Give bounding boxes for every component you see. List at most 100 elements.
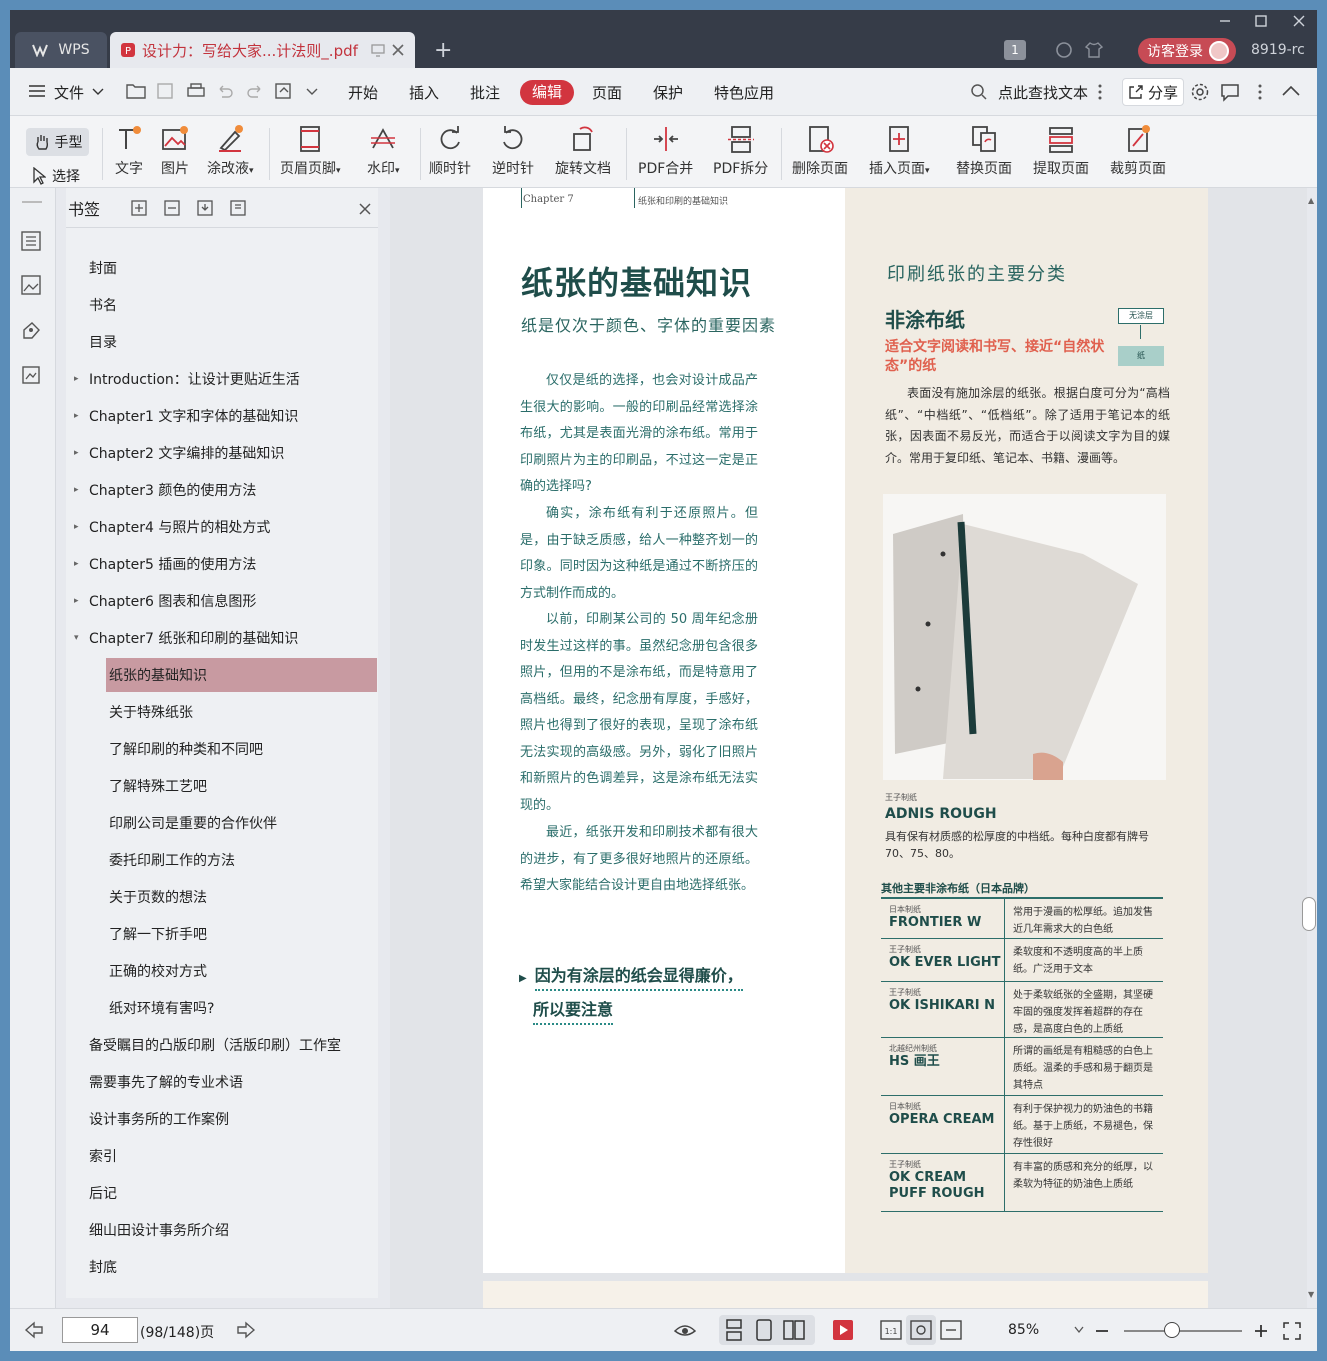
actual-size-icon[interactable]: 1:1 <box>878 1317 904 1343</box>
sync-icon[interactable] <box>1054 40 1074 60</box>
delete-page-button[interactable]: 删除页面 <box>792 124 848 178</box>
screen-icon[interactable] <box>371 43 385 57</box>
bookmark-item[interactable]: ▸ Chapter1 文字和字体的基础知识 <box>66 399 378 433</box>
zoom-in-icon[interactable] <box>1253 1323 1269 1339</box>
bookmark-item[interactable]: ▸ Introduction：让设计更贴近生活 <box>66 362 378 396</box>
single-page-view-icon[interactable] <box>751 1317 777 1343</box>
thumbnail-image-icon[interactable] <box>20 274 42 296</box>
bookmark-list-icon[interactable] <box>20 230 42 252</box>
expand-arrow-icon[interactable]: ▸ <box>74 522 79 532</box>
zoom-dropdown-icon[interactable] <box>1074 1326 1084 1334</box>
zoom-slider-handle[interactable] <box>1164 1322 1180 1338</box>
bookmark-item[interactable]: ▸ Chapter5 插画的使用方法 <box>66 547 378 581</box>
dual-page-view-icon[interactable] <box>781 1317 807 1343</box>
open-folder-icon[interactable] <box>126 82 146 100</box>
close-tab-icon[interactable] <box>391 43 405 57</box>
scrollbar-thumb[interactable] <box>1302 897 1316 931</box>
image-tool-button[interactable]: 图片 <box>160 124 190 178</box>
rotate-document-button[interactable]: 旋转文档 <box>555 124 611 178</box>
zoom-level[interactable]: 85% <box>1008 1322 1039 1338</box>
annotation-tag-icon[interactable] <box>20 320 42 342</box>
redo-icon[interactable] <box>246 83 264 99</box>
export-icon[interactable] <box>274 82 294 100</box>
play-slideshow-icon[interactable] <box>830 1317 856 1343</box>
crop-page-button[interactable]: 裁剪页面 <box>1110 124 1166 178</box>
insert-page-button[interactable]: 插入页面▾ <box>869 124 930 178</box>
close-panel-icon[interactable] <box>358 202 372 216</box>
bookmark-item[interactable]: ▸ Chapter6 图表和信息图形 <box>66 584 378 618</box>
pdf-split-button[interactable]: PDF拆分 <box>713 124 768 178</box>
zoom-slider[interactable] <box>1124 1330 1242 1332</box>
expand-arrow-icon[interactable]: ▸ <box>74 596 79 606</box>
continuous-view-icon[interactable] <box>721 1317 747 1343</box>
gear-icon[interactable] <box>1190 82 1210 102</box>
replace-page-button[interactable]: 替换页面 <box>956 124 1012 178</box>
fit-page-icon[interactable] <box>908 1317 934 1343</box>
bookmark-item[interactable]: 备受瞩目的凸版印刷（活版印刷）工作室 <box>66 1028 378 1062</box>
bookmark-item[interactable]: 索引 <box>66 1139 378 1173</box>
expand-arrow-icon[interactable]: ▸ <box>74 411 79 421</box>
expand-arrow-icon[interactable]: ▸ <box>74 448 79 458</box>
bookmark-item[interactable]: 委托印刷工作的方法 <box>106 843 377 877</box>
bookmark-options-icon[interactable] <box>229 199 247 217</box>
bookmark-item[interactable]: ▸ Chapter2 文字编排的基础知识 <box>66 436 378 470</box>
bookmark-item[interactable]: 纸张的基础知识 <box>106 658 377 692</box>
find-text[interactable]: 点此查找文本 <box>998 82 1088 103</box>
tab-wps-home[interactable]: WPS <box>15 32 107 68</box>
vertical-scrollbar[interactable]: ▲ ▼ <box>1307 188 1317 1308</box>
menu-page[interactable]: 页面 <box>592 82 622 103</box>
maximize-icon[interactable] <box>1254 14 1268 32</box>
bookmark-item[interactable]: 细山田设计事务所介绍 <box>66 1213 378 1247</box>
bookmark-item[interactable]: 了解特殊工艺吧 <box>106 769 377 803</box>
menu-special[interactable]: 特色应用 <box>714 82 774 103</box>
expand-bookmark-icon[interactable] <box>196 199 214 217</box>
bookmark-item[interactable]: 封底 <box>66 1250 378 1284</box>
expand-arrow-icon[interactable]: ▸ <box>74 374 79 384</box>
bookmark-item[interactable]: 需要事先了解的专业术语 <box>66 1065 378 1099</box>
bookmark-item[interactable]: 封面 <box>66 251 378 285</box>
scroll-down-icon[interactable]: ▼ <box>1308 1290 1314 1299</box>
add-bookmark-icon[interactable] <box>130 199 148 217</box>
correction-tool-button[interactable]: 涂改液▾ <box>207 124 254 178</box>
menu-insert[interactable]: 插入 <box>409 82 439 103</box>
expand-arrow-icon[interactable]: ▸ <box>74 485 79 495</box>
bookmark-item[interactable]: ▸ Chapter4 与照片的相处方式 <box>66 510 378 544</box>
bookmark-item[interactable]: 关于特殊纸张 <box>106 695 377 729</box>
minimize-icon[interactable] <box>1218 14 1232 32</box>
new-tab-plus-icon[interactable]: + <box>434 38 452 63</box>
kebab-icon[interactable] <box>1098 84 1102 100</box>
fit-width-icon[interactable] <box>938 1317 964 1343</box>
save-icon[interactable] <box>156 82 174 100</box>
bookmark-item[interactable]: 印刷公司是重要的合作伙伴 <box>106 806 377 840</box>
bookmark-item[interactable]: ▾ Chapter7 纸张和印刷的基础知识 <box>66 621 378 655</box>
shirt-skin-icon[interactable] <box>1084 40 1104 60</box>
more-dropdown-icon[interactable] <box>306 88 318 96</box>
document-viewport[interactable]: Chapter 7 纸张和印刷的基础知识 纸张的基础知识 纸是仅次于颜色、字体的… <box>390 188 1307 1308</box>
menu-edit[interactable]: 编辑 <box>520 80 574 105</box>
visitor-login-button[interactable]: 访客登录 <box>1138 38 1236 64</box>
hamburger-menu-icon[interactable] <box>28 84 46 98</box>
hand-tool-button[interactable]: 手型 <box>26 128 89 156</box>
bookmark-item[interactable]: 后记 <box>66 1176 378 1210</box>
share-button[interactable]: 分享 <box>1122 78 1184 106</box>
bookmark-item[interactable]: 书名 <box>66 288 378 322</box>
header-footer-button[interactable]: 页眉页脚▾ <box>280 124 341 178</box>
bookmark-item[interactable]: 了解一下折手吧 <box>106 917 377 951</box>
close-window-icon[interactable] <box>1292 14 1306 32</box>
bookmark-item[interactable]: 关于页数的想法 <box>106 880 377 914</box>
text-tool-button[interactable]: 文字 <box>114 124 144 178</box>
previous-page-icon[interactable] <box>24 1321 44 1339</box>
bookmark-item[interactable]: 了解印刷的种类和不同吧 <box>106 732 377 766</box>
collapse-arrow-icon[interactable]: ▾ <box>74 633 79 643</box>
pdf-merge-button[interactable]: PDF合并 <box>638 124 693 178</box>
search-icon[interactable] <box>970 83 988 101</box>
menu-protect[interactable]: 保护 <box>653 82 683 103</box>
file-menu[interactable]: 文件 <box>54 82 84 103</box>
print-icon[interactable] <box>186 82 206 100</box>
more-icon[interactable] <box>1258 84 1262 100</box>
bookmark-item[interactable]: 设计事务所的工作案例 <box>66 1102 378 1136</box>
select-tool-button[interactable]: 选择 <box>32 166 80 186</box>
menu-comment[interactable]: 批注 <box>470 82 500 103</box>
zoom-out-icon[interactable] <box>1094 1323 1110 1339</box>
menu-start[interactable]: 开始 <box>348 82 378 103</box>
